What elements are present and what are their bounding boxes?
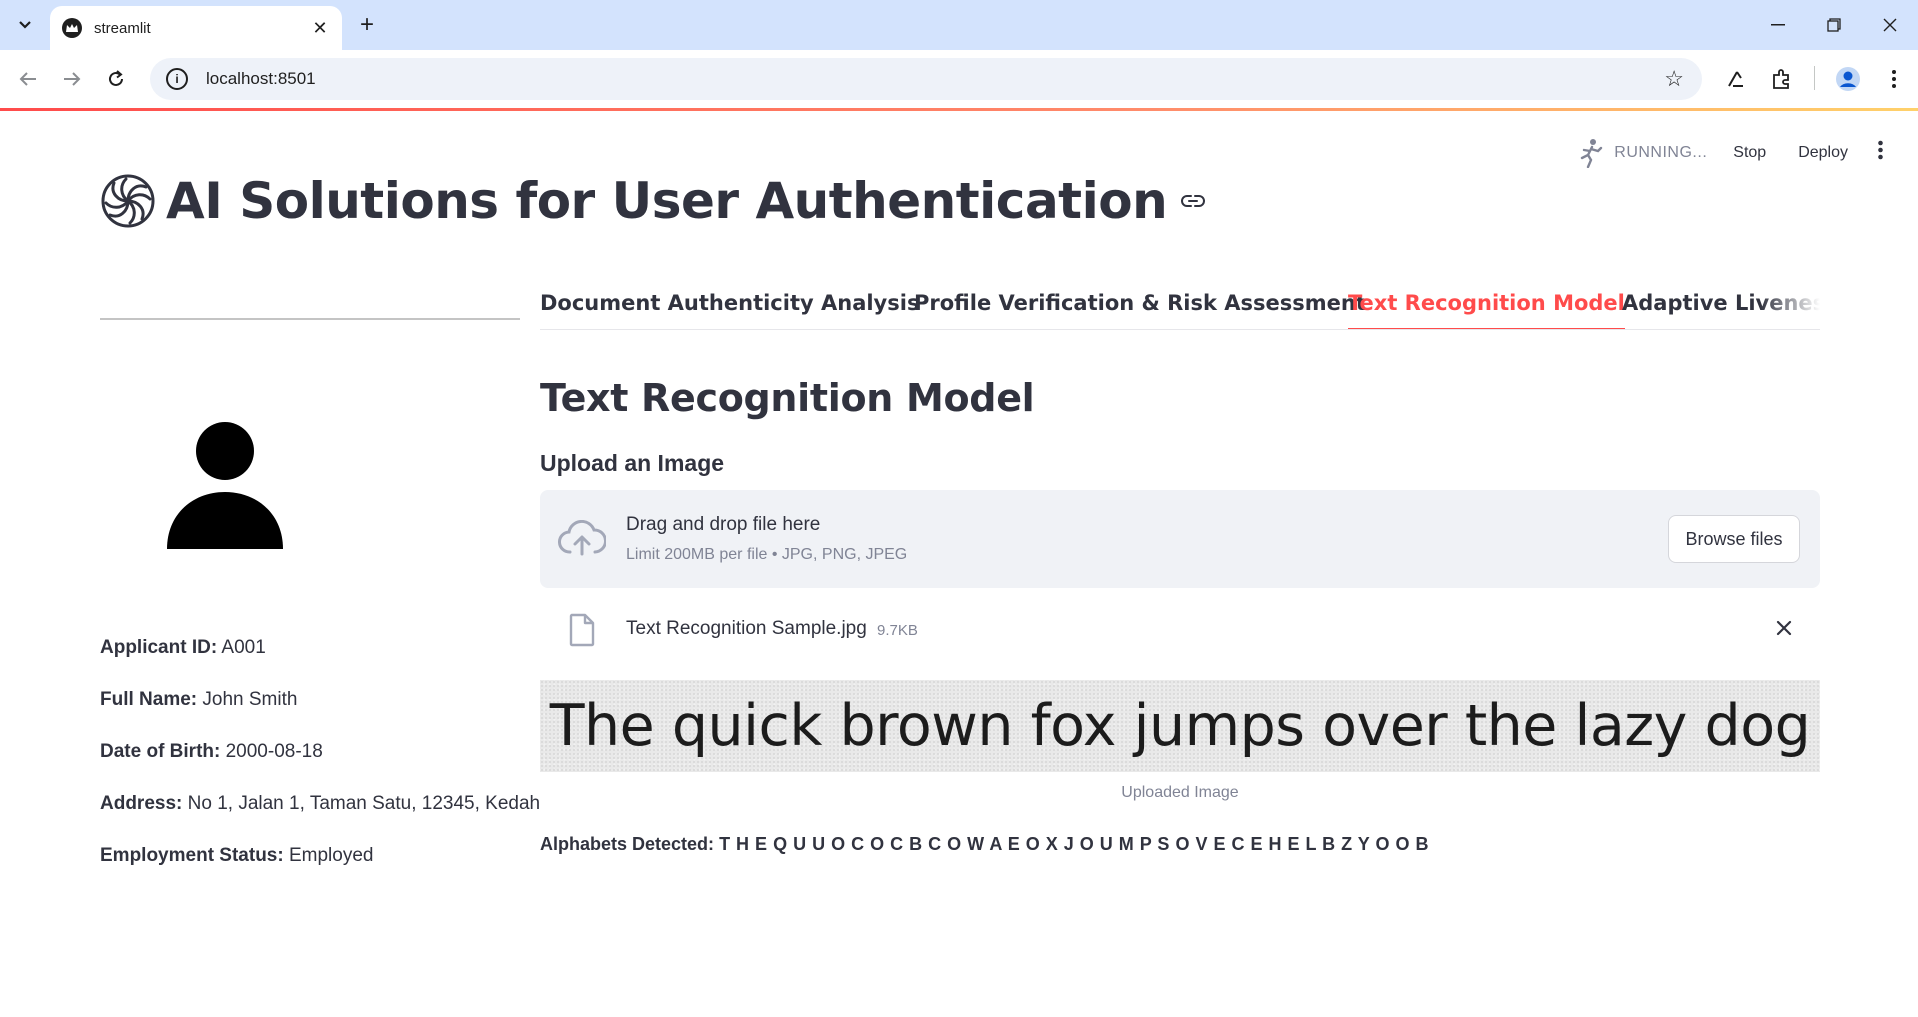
restore-icon[interactable] bbox=[1814, 8, 1854, 42]
applicant-column: Applicant ID: A001 Full Name: John Smith… bbox=[100, 318, 540, 866]
minimize-icon[interactable] bbox=[1758, 8, 1798, 42]
deploy-button[interactable]: Deploy bbox=[1798, 144, 1848, 162]
file-icon bbox=[569, 613, 595, 647]
tab-title: streamlit bbox=[94, 19, 151, 37]
spiral-logo-icon bbox=[101, 174, 155, 228]
info-label: Applicant ID: bbox=[100, 637, 218, 658]
alphabets-detected: Alphabets Detected: T H E Q U U O C O C … bbox=[540, 834, 1429, 855]
info-label: Full Name: bbox=[100, 689, 198, 710]
running-man-icon bbox=[1576, 138, 1606, 168]
uploaded-image-text: The quick brown fox jumps over the lazy … bbox=[549, 693, 1811, 759]
upload-label: Upload an Image bbox=[540, 450, 725, 476]
browser-toolbar: i localhost:8501 ☆ bbox=[0, 50, 1918, 108]
link-anchor-icon[interactable] bbox=[1179, 187, 1207, 215]
file-dropzone[interactable]: Drag and drop file here Limit 200MB per … bbox=[540, 490, 1820, 588]
info-label: Date of Birth: bbox=[100, 741, 221, 762]
tab-label: Document Authenticity Analysis bbox=[540, 291, 920, 315]
new-tab-plus-icon[interactable]: + bbox=[352, 10, 382, 40]
info-label: Address: bbox=[100, 793, 183, 814]
forward-arrow-icon[interactable] bbox=[56, 63, 88, 95]
browser-tab[interactable]: streamlit ✕ bbox=[50, 6, 342, 50]
applicant-info-list: Applicant ID: A001 Full Name: John Smith… bbox=[100, 634, 540, 894]
employment-status-row: Employment Status: Employed bbox=[100, 842, 530, 870]
full-name-row: Full Name: John Smith bbox=[100, 686, 530, 714]
active-tab-indicator bbox=[1348, 328, 1625, 329]
section-title: Text Recognition Model bbox=[540, 376, 1035, 420]
info-label: Employment Status: bbox=[100, 845, 284, 866]
main-column: Document Authenticity Analysis Profile V… bbox=[540, 288, 1820, 854]
app-status-bar: RUNNING... Stop Deploy bbox=[1576, 138, 1890, 168]
streamlit-header-decoration bbox=[0, 108, 1918, 111]
address-bar[interactable]: i localhost:8501 ☆ bbox=[150, 58, 1702, 100]
uploaded-file-size: 9.7KB bbox=[877, 622, 918, 639]
toolbar-divider bbox=[1814, 66, 1815, 90]
uploaded-file-row: Text Recognition Sample.jpg 9.7KB bbox=[540, 604, 1820, 654]
page-title: AI Solutions for User Authentication bbox=[166, 172, 1168, 230]
person-avatar-icon bbox=[167, 422, 283, 549]
uploaded-image: The quick brown fox jumps over the lazy … bbox=[540, 680, 1820, 772]
back-arrow-icon[interactable] bbox=[12, 63, 44, 95]
tab-label: Text Recognition Model bbox=[1348, 291, 1625, 315]
info-value: A001 bbox=[221, 637, 266, 658]
tabs-overflow-fade bbox=[1760, 288, 1820, 329]
close-window-icon[interactable] bbox=[1870, 8, 1910, 42]
cloud-upload-icon bbox=[558, 520, 606, 556]
browser-tabstrip: streamlit ✕ + bbox=[0, 0, 1918, 50]
site-info-icon[interactable]: i bbox=[166, 68, 188, 90]
browser-menu-kebab-icon[interactable] bbox=[1878, 63, 1910, 95]
tab-profile-verification[interactable]: Profile Verification & Risk Assessment bbox=[914, 288, 1366, 329]
detected-value: T H E Q U U O C O C B C O W A E O X J O … bbox=[719, 834, 1429, 854]
dropzone-instructions: Drag and drop file here bbox=[626, 514, 821, 535]
page-title-row: AI Solutions for User Authentication bbox=[100, 172, 1207, 230]
column-divider bbox=[100, 318, 520, 320]
address-row: Address: No 1, Jalan 1, Taman Satu, 1234… bbox=[100, 790, 540, 818]
running-status-text: RUNNING... bbox=[1614, 144, 1708, 161]
info-value: John Smith bbox=[202, 689, 298, 710]
info-value: No 1, Jalan 1, Taman Satu, 12345, Kedah bbox=[187, 793, 541, 814]
date-of-birth-row: Date of Birth: 2000-08-18 bbox=[100, 738, 530, 766]
image-caption: Uploaded Image bbox=[1121, 784, 1239, 801]
profile-avatar-icon[interactable] bbox=[1832, 63, 1864, 95]
tab-document-authenticity[interactable]: Document Authenticity Analysis bbox=[540, 288, 920, 329]
close-icon[interactable] bbox=[1770, 614, 1798, 642]
detected-label: Alphabets Detected: bbox=[540, 834, 715, 854]
dropzone-limits: Limit 200MB per file • JPG, PNG, JPEG bbox=[626, 546, 908, 563]
tab-text-recognition[interactable]: Text Recognition Model bbox=[1348, 288, 1625, 329]
tab-label: Profile Verification & Risk Assessment bbox=[914, 291, 1366, 315]
info-value: Employed bbox=[288, 845, 374, 866]
browse-files-button[interactable]: Browse files bbox=[1668, 515, 1800, 563]
uploaded-file-name: Text Recognition Sample.jpg bbox=[626, 618, 867, 639]
info-value: 2000-08-18 bbox=[225, 741, 323, 762]
url-text: localhost:8501 bbox=[206, 69, 316, 88]
extensions-puzzle-icon[interactable] bbox=[1766, 63, 1798, 95]
streamlit-crown-icon bbox=[62, 18, 82, 38]
tab-close-icon[interactable]: ✕ bbox=[310, 18, 330, 39]
reload-icon[interactable] bbox=[100, 63, 132, 95]
main-menu-kebab-icon[interactable] bbox=[1870, 140, 1890, 166]
bookmark-star-icon[interactable]: ☆ bbox=[1664, 66, 1684, 92]
tab-search-chevron-icon[interactable] bbox=[10, 10, 40, 40]
tabs-bar: Document Authenticity Analysis Profile V… bbox=[540, 288, 1820, 330]
applicant-id-row: Applicant ID: A001 bbox=[100, 634, 530, 662]
stop-button[interactable]: Stop bbox=[1733, 144, 1766, 162]
extension-puzzle-pen-icon[interactable] bbox=[1720, 63, 1752, 95]
